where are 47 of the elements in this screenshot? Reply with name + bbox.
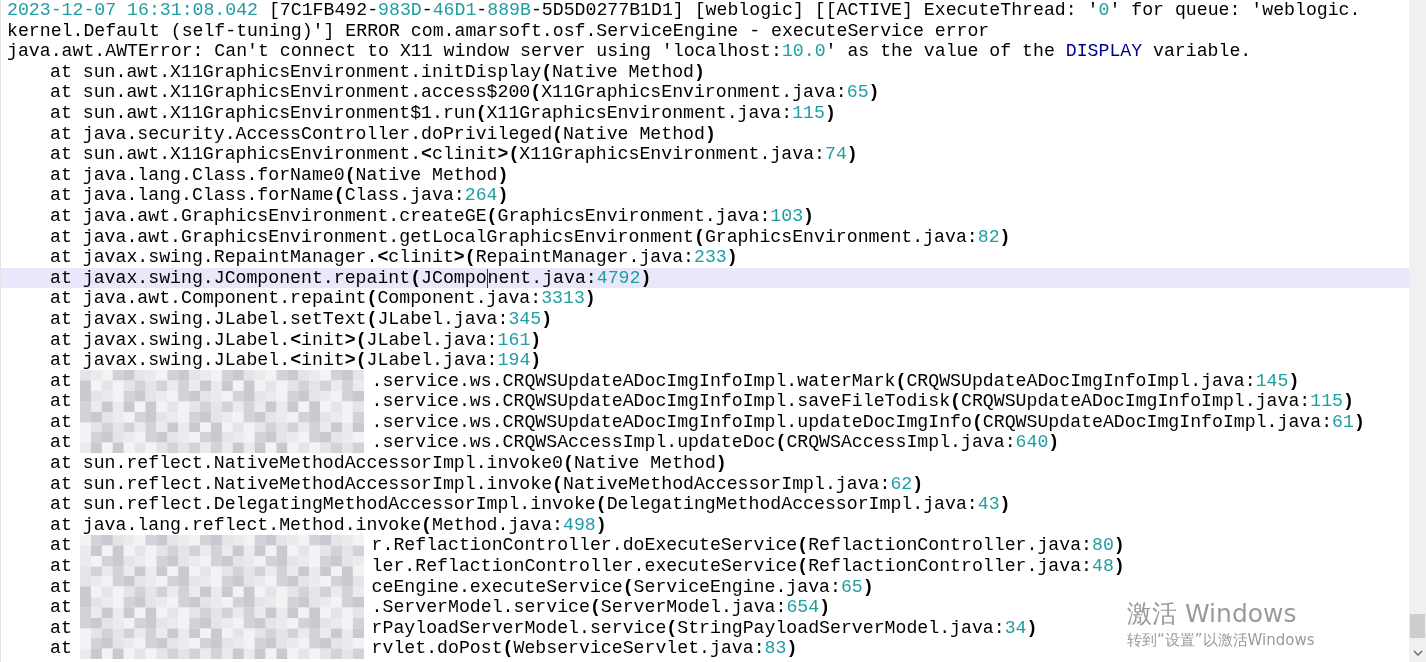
code-line: at javax.swing.JLabel.<init>(JLabel.java:161) xyxy=(49,329,543,351)
code-text: .service.ws.CRQWSAccessImpl.updateDoc(CRQWSAccessImpl.java:640) xyxy=(371,432,1060,454)
code-line: at java.security.AccessController.doPrivileged(Native Method) xyxy=(49,123,717,145)
code-text: at xyxy=(50,432,72,454)
code-line: at javax.swing.JLabel.<init>(JLabel.java:194) xyxy=(49,350,543,371)
code-text: ler.ReflactionController.executeService(ReflactionController.java:48) xyxy=(371,556,1125,577)
code-text: at xyxy=(50,597,72,618)
code-text: rvlet.doPost(WebserviceServlet.java:83) xyxy=(371,638,798,659)
vertical-scrollbar[interactable] xyxy=(1409,0,1426,662)
activation-hint: 转到“设置”以激活Windows xyxy=(1127,630,1315,650)
code-line: at java.awt.GraphicsEnvironment.createGE(GraphicsEnvironment.java:103) xyxy=(49,205,816,227)
code-text: at xyxy=(50,391,72,412)
code-line: at sun.reflect.NativeMethodAccessorImpl.invoke(NativeMethodAccessorImpl.java:62) xyxy=(49,473,925,495)
activation-title: 激活 Windows xyxy=(1127,598,1298,630)
code-line: at java.awt.GraphicsEnvironment.getLocalGraphicsEnvironment(GraphicsEnvironment.java:82) xyxy=(49,226,1012,248)
text-editor[interactable] xyxy=(0,0,1409,662)
code-text: at xyxy=(50,576,72,598)
code-line: at sun.reflect.DelegatingMethodAccessorImpl.invoke(DelegatingMethodAccessorImpl.java:43) xyxy=(49,494,1012,515)
code-line: at javax.swing.JLabel.setText(JLabel.java:345) xyxy=(49,308,554,330)
code-line: at sun.reflect.NativeMethodAccessorImpl.invoke0(Native Method) xyxy=(49,453,728,474)
code-text: at xyxy=(50,638,72,659)
code-line: kernel.Default (self-tuning)'] ERROR com.amarsoft.osf.ServiceEngine - executeService error xyxy=(6,20,991,42)
code-line: java.awt.AWTError: Can't connect to X11 window server using 'localhost:10.0' as the value of the DISPLAY variable. xyxy=(6,41,1253,62)
code-text: at xyxy=(50,411,72,433)
code-line: at java.lang.Class.forName0(Native Method) xyxy=(49,164,510,186)
code-line: at sun.awt.X11GraphicsEnvironment.<clinit>(X11GraphicsEnvironment.java:74) xyxy=(49,144,859,165)
code-text: ceEngine.executeService(ServiceEngine.java:65) xyxy=(371,576,874,598)
code-text: at xyxy=(50,617,72,639)
code-line: at sun.awt.X11GraphicsEnvironment.access$200(X11GraphicsEnvironment.java:65) xyxy=(49,82,881,103)
code-line: at sun.awt.X11GraphicsEnvironment$1.run(X11GraphicsEnvironment.java:115) xyxy=(49,102,837,124)
code-line: 2023-12-07 16:31:08.042 [7C1FB492-983D-46D1-889B-5D5D0277B1D1] [weblogic] [[ACTIVE] ExecuteThread: '0' for queue: 'weblogic. xyxy=(6,0,1362,21)
code-text: r.ReflactionController.doExecuteService(ReflactionController.java:80) xyxy=(371,535,1125,557)
code-text: .service.ws.CRQWSUpdateADocImgInfoImpl.waterMark(CRQWSUpdateADocImgInfoImpl.java:145) xyxy=(371,370,1300,392)
scroll-down-icon[interactable] xyxy=(1412,650,1423,656)
code-line: at sun.awt.X11GraphicsEnvironment.initDisplay(Native Method) xyxy=(49,61,706,83)
code-text: rPayloadServerModel.service(StringPayloadServerModel.java:34) xyxy=(371,617,1038,639)
code-line: at java.awt.Component.repaint(Component.java:3313) xyxy=(49,288,597,309)
code-text: at xyxy=(50,556,72,577)
code-text: .service.ws.CRQWSUpdateADocImgInfoImpl.saveFileTodisk(CRQWSUpdateADocImgInfoImpl.java:115) xyxy=(371,391,1354,412)
code-text: .service.ws.CRQWSUpdateADocImgInfoImpl.updateDocImgInfo(CRQWSUpdateADocImgInfoImpl.java:61) xyxy=(371,411,1365,433)
code-line: at javax.swing.RepaintManager.<clinit>(RepaintManager.java:233) xyxy=(49,247,739,268)
code-line: at java.lang.Class.forName(Class.java:264) xyxy=(49,185,510,206)
code-line: at java.lang.reflect.Method.invoke(Method.java:498) xyxy=(49,514,608,536)
code-text: at xyxy=(50,535,72,557)
code-text: at xyxy=(50,370,72,392)
code-text: .ServerModel.service(ServerModel.java:654) xyxy=(371,597,831,618)
scrollbar-thumb[interactable] xyxy=(1410,614,1425,638)
